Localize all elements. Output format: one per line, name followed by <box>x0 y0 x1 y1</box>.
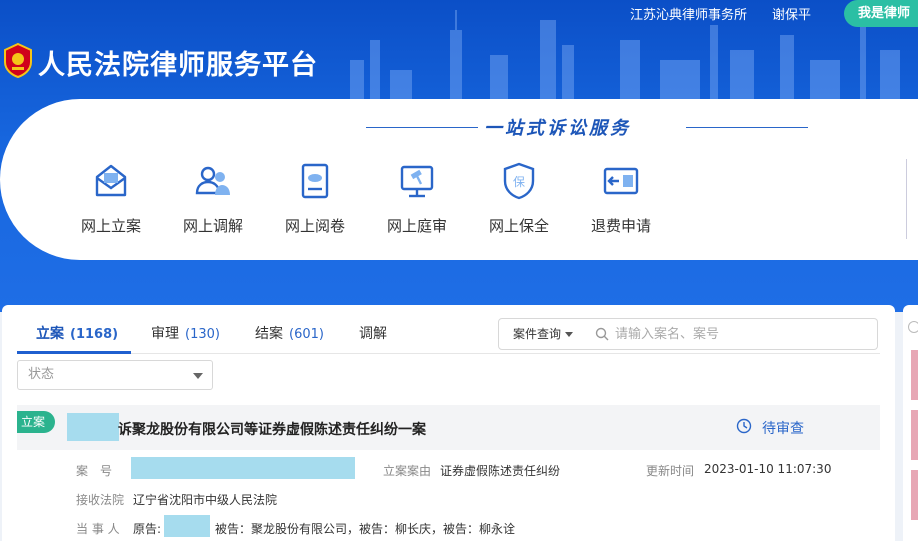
document-eye-icon <box>301 163 329 199</box>
tab-trial[interactable]: 审理 (130) <box>151 323 220 343</box>
case-cause: 证券虚假陈述责任纠纷 <box>440 464 561 478</box>
case-cause-label: 立案案由 <box>383 464 432 478</box>
service-online-file-review[interactable]: 网上阅卷 <box>275 161 355 236</box>
plaintiff-label: 原告: <box>133 522 162 536</box>
redacted-case-number <box>131 457 355 479</box>
case-list-panel: 立案 (1168) 审理 (130) 结案 (601) 调解 案件查询 状态 立案 诉… <box>2 305 895 541</box>
receiving-court-label: 接收法院 <box>76 493 125 507</box>
search-input[interactable] <box>615 323 865 345</box>
tab-filing[interactable]: 立案 (1168) <box>36 323 118 343</box>
caret-down-icon <box>193 373 203 379</box>
tab-count: (130) <box>185 327 220 342</box>
case-status-text: 待审查 <box>762 421 804 437</box>
case-stage-badge: 立案 <box>17 411 55 433</box>
query-type-value: 案件查询 <box>513 327 562 341</box>
tab-label: 调解 <box>359 326 387 342</box>
side-banner[interactable] <box>911 350 918 400</box>
users-icon <box>195 166 230 195</box>
tab-count: (601) <box>289 327 324 342</box>
case-number-label: 案 号 <box>76 464 113 478</box>
svg-text:保: 保 <box>513 175 525 189</box>
redacted-plaintiff <box>164 515 210 537</box>
service-label: 网上阅卷 <box>284 217 345 235</box>
service-online-filing[interactable]: 网上立案 <box>71 161 151 236</box>
status-select[interactable]: 状态 <box>17 360 213 390</box>
service-label: 网上保全 <box>488 217 549 235</box>
refund-card-icon <box>603 167 639 195</box>
right-side-panel <box>903 305 918 541</box>
service-card: 一站式诉讼服务 网上立案 网上调解 网上阅卷 网上庭审 保 网上保全 退费申请 <box>0 99 918 260</box>
caret-down-icon <box>565 332 573 337</box>
search-icon <box>595 327 609 341</box>
redacted-plaintiff-name <box>67 413 119 441</box>
status-placeholder: 状态 <box>28 367 55 382</box>
tab-label: 结案 <box>255 326 283 342</box>
court-emblem-icon <box>4 42 32 78</box>
slogan: 一站式诉讼服务 <box>484 118 631 139</box>
query-type-select[interactable]: 案件查询 <box>498 318 586 350</box>
service-label: 退费申请 <box>590 217 651 235</box>
service-refund-application[interactable]: 退费申请 <box>581 161 661 236</box>
service-online-preservation[interactable]: 保 网上保全 <box>479 161 559 236</box>
service-online-mediation[interactable]: 网上调解 <box>173 161 253 236</box>
tab-count: (1168) <box>70 327 119 342</box>
search-box <box>585 318 878 350</box>
role-switch-button[interactable]: 我是律师 <box>844 0 918 27</box>
service-label: 网上立案 <box>80 217 141 235</box>
side-banner[interactable] <box>911 410 918 460</box>
info-icon[interactable] <box>908 321 918 333</box>
updated-time: 2023-01-10 11:07:30 <box>704 462 832 476</box>
envelope-icon <box>95 164 127 197</box>
service-online-trial[interactable]: 网上庭审 <box>377 161 457 236</box>
service-label: 网上庭审 <box>386 217 447 235</box>
receiving-court: 辽宁省沈阳市中级人民法院 <box>133 493 278 507</box>
city-skyline-illustration <box>350 10 900 110</box>
side-card-edge <box>906 159 918 239</box>
slogan-line-left <box>366 127 478 128</box>
case-title[interactable]: 诉聚龙股份有限公司等证券虚假陈述责任纠纷一案 <box>118 419 426 439</box>
tabs-divider <box>17 353 880 354</box>
side-banner[interactable] <box>911 470 918 520</box>
clock-icon <box>736 418 752 434</box>
updated-time-label: 更新时间 <box>646 464 695 478</box>
active-tab-indicator <box>17 351 131 354</box>
tab-label: 立案 <box>36 326 64 342</box>
shield-bao-icon: 保 <box>503 162 535 200</box>
site-title: 人民法院律师服务平台 <box>38 50 318 81</box>
law-firm-name: 江苏沁典律师事务所 <box>630 8 748 23</box>
user-name[interactable]: 谢保平 <box>772 4 811 23</box>
parties-label: 当 事 人 <box>76 522 120 536</box>
gavel-monitor-icon <box>400 165 434 198</box>
tab-mediation[interactable]: 调解 <box>359 323 387 343</box>
service-label: 网上调解 <box>182 217 243 235</box>
defendants: 被告：聚龙股份有限公司，被告：柳长庆，被告：柳永诠 <box>215 522 516 536</box>
tab-closed[interactable]: 结案 (601) <box>255 323 324 343</box>
case-status[interactable]: 待审查 <box>736 418 804 438</box>
tab-label: 审理 <box>151 326 179 342</box>
case-item-header[interactable]: 立案 诉聚龙股份有限公司等证券虚假陈述责任纠纷一案 待审查 <box>17 405 880 450</box>
slogan-line-right <box>686 127 808 128</box>
